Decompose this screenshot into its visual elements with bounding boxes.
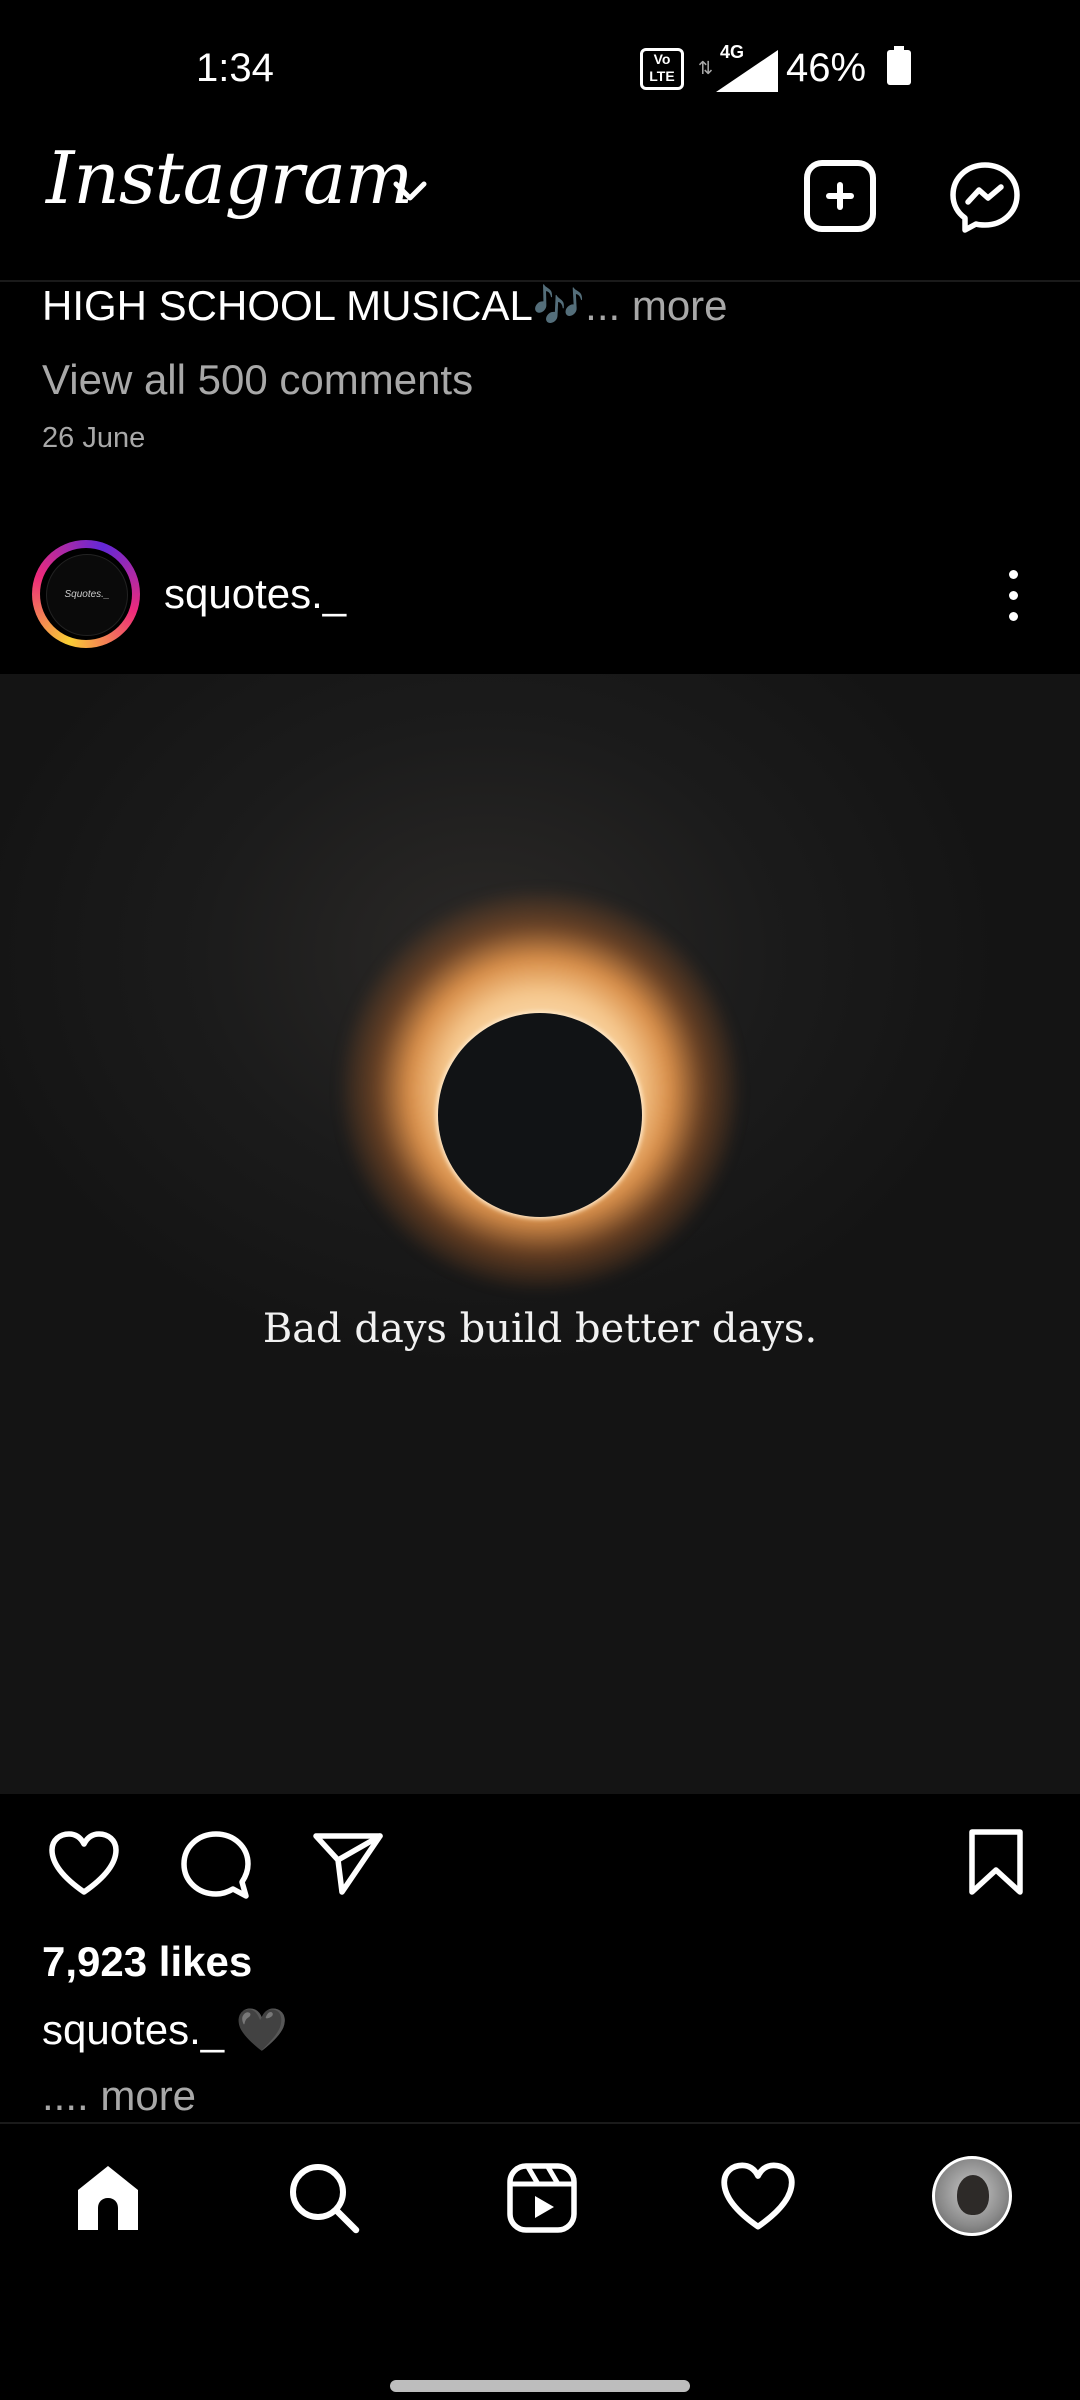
reels-icon[interactable] <box>504 2160 580 2236</box>
search-icon[interactable] <box>286 2160 362 2236</box>
battery-percent: 46% <box>786 46 867 90</box>
status-icons: Vo LTE ⇅ 4G 46% <box>640 40 1080 100</box>
home-icon[interactable] <box>70 2160 146 2236</box>
signal-icon <box>716 50 778 92</box>
view-comments-link[interactable]: View all 500 comments <box>42 356 473 404</box>
caption-emoji: 🖤 <box>235 2006 289 2053</box>
caption-more-link[interactable]: .... more <box>42 2072 196 2120</box>
comment-icon[interactable] <box>180 1830 252 1902</box>
heart-icon[interactable] <box>48 1830 120 1896</box>
data-arrows-icon: ⇅ <box>698 58 714 78</box>
eclipse-moon <box>438 1013 642 1217</box>
previous-caption-text: HIGH SCHOOL MUSICAL🎶 <box>42 282 586 329</box>
previous-post-caption: HIGH SCHOOL MUSICAL🎶... more <box>42 282 728 331</box>
instagram-logo[interactable]: Instagram <box>46 136 413 220</box>
profile-avatar[interactable] <box>932 2156 1012 2236</box>
post-username[interactable]: squotes._ <box>164 570 346 618</box>
previous-post-date: 26 June <box>42 422 146 454</box>
share-icon[interactable] <box>312 1830 384 1896</box>
image-quote-text: Bad days build better days. <box>262 1306 818 1352</box>
previous-caption-more[interactable]: ... more <box>585 282 727 329</box>
home-indicator[interactable] <box>390 2380 690 2392</box>
chevron-down-icon[interactable] <box>390 180 430 204</box>
likes-count[interactable]: 7,923 likes <box>42 1938 252 1986</box>
messenger-icon[interactable] <box>948 160 1022 234</box>
battery-icon <box>887 46 911 85</box>
bookmark-icon[interactable] <box>966 1828 1026 1896</box>
activity-heart-icon[interactable] <box>720 2160 796 2232</box>
post-caption: squotes._ 🖤 <box>42 2006 288 2055</box>
profile-avatar-face <box>957 2175 989 2215</box>
nav-divider <box>0 2122 1080 2124</box>
post-avatar[interactable]: Squotes._ <box>46 554 128 636</box>
more-options-icon[interactable] <box>1006 570 1020 622</box>
caption-username[interactable]: squotes._ <box>42 2006 224 2053</box>
status-time: 1:34 <box>196 46 274 90</box>
volte-icon: Vo LTE <box>640 48 684 90</box>
new-post-icon[interactable] <box>804 160 876 232</box>
